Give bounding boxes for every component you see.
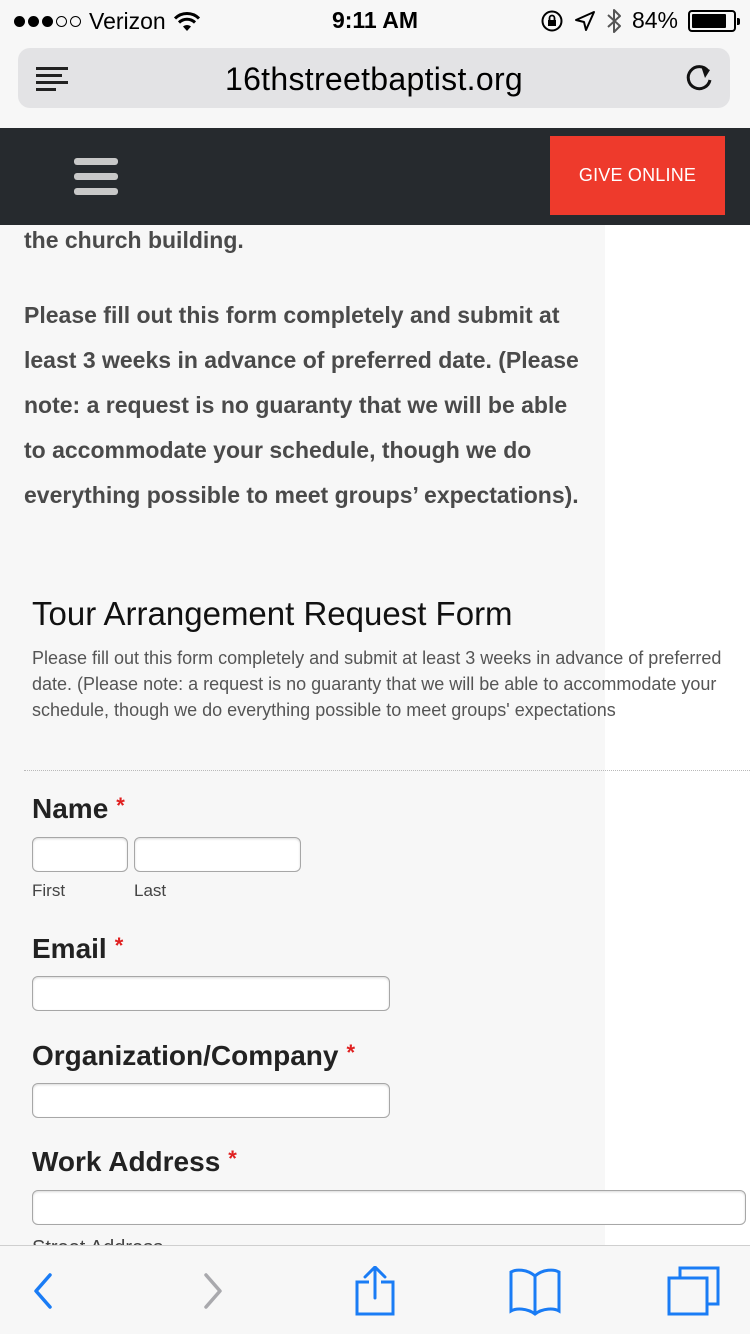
url-text[interactable]: 16thstreetbaptist.org xyxy=(18,61,730,98)
battery-icon xyxy=(688,9,740,32)
required-marker: * xyxy=(114,933,124,958)
intro-paragraph: Please fill out this form completely and… xyxy=(24,302,579,508)
form-description: Please fill out this form completely and… xyxy=(32,648,722,720)
browser-chrome: 16thstreetbaptist.org xyxy=(0,40,750,128)
first-name-input[interactable] xyxy=(32,837,128,872)
divider xyxy=(24,770,750,771)
site-header: GIVE ONLINE xyxy=(0,128,750,225)
name-label: Name * xyxy=(32,793,125,824)
status-icons: 84% xyxy=(540,7,740,34)
battery-level xyxy=(692,13,726,28)
forward-icon[interactable] xyxy=(184,1266,240,1316)
give-online-button[interactable]: GIVE ONLINE xyxy=(550,136,725,215)
last-sublabel: Last xyxy=(134,881,167,900)
status-bar: Verizon 9:11 AM 84% xyxy=(0,0,750,40)
page-content: the church building. Please fill out thi… xyxy=(0,225,750,1245)
email-label: Email * xyxy=(32,933,124,964)
location-icon xyxy=(574,10,595,31)
form-title: Tour Arrangement Request Form xyxy=(32,595,513,632)
required-marker: * xyxy=(346,1040,356,1065)
bookmarks-icon[interactable] xyxy=(507,1266,563,1316)
tabs-icon[interactable] xyxy=(666,1266,722,1316)
required-marker: * xyxy=(116,793,125,818)
bluetooth-icon xyxy=(607,8,621,33)
back-icon[interactable] xyxy=(16,1266,72,1316)
hamburger-icon[interactable] xyxy=(74,158,118,196)
reload-icon[interactable] xyxy=(682,61,716,95)
browser-toolbar xyxy=(0,1245,750,1334)
screen: Verizon 9:11 AM 84% 16thstreetbaptist.or… xyxy=(0,0,750,1334)
required-marker: * xyxy=(228,1146,237,1171)
last-name-input[interactable] xyxy=(134,837,301,872)
address-bar[interactable]: 16thstreetbaptist.org xyxy=(18,48,730,108)
organization-field[interactable] xyxy=(32,1083,390,1118)
first-sublabel: First xyxy=(32,881,66,900)
intro-fragment: the church building. xyxy=(24,227,244,253)
rotation-lock-icon xyxy=(541,10,563,31)
street-address-field[interactable] xyxy=(32,1190,746,1225)
email-field[interactable] xyxy=(32,976,390,1011)
battery-percent: 84% xyxy=(631,7,678,33)
share-icon[interactable] xyxy=(347,1266,403,1316)
organization-label: Organization/Company * xyxy=(32,1040,356,1071)
street-address-sublabel: Street Address xyxy=(32,1237,163,1245)
work-address-label: Work Address * xyxy=(32,1146,237,1177)
